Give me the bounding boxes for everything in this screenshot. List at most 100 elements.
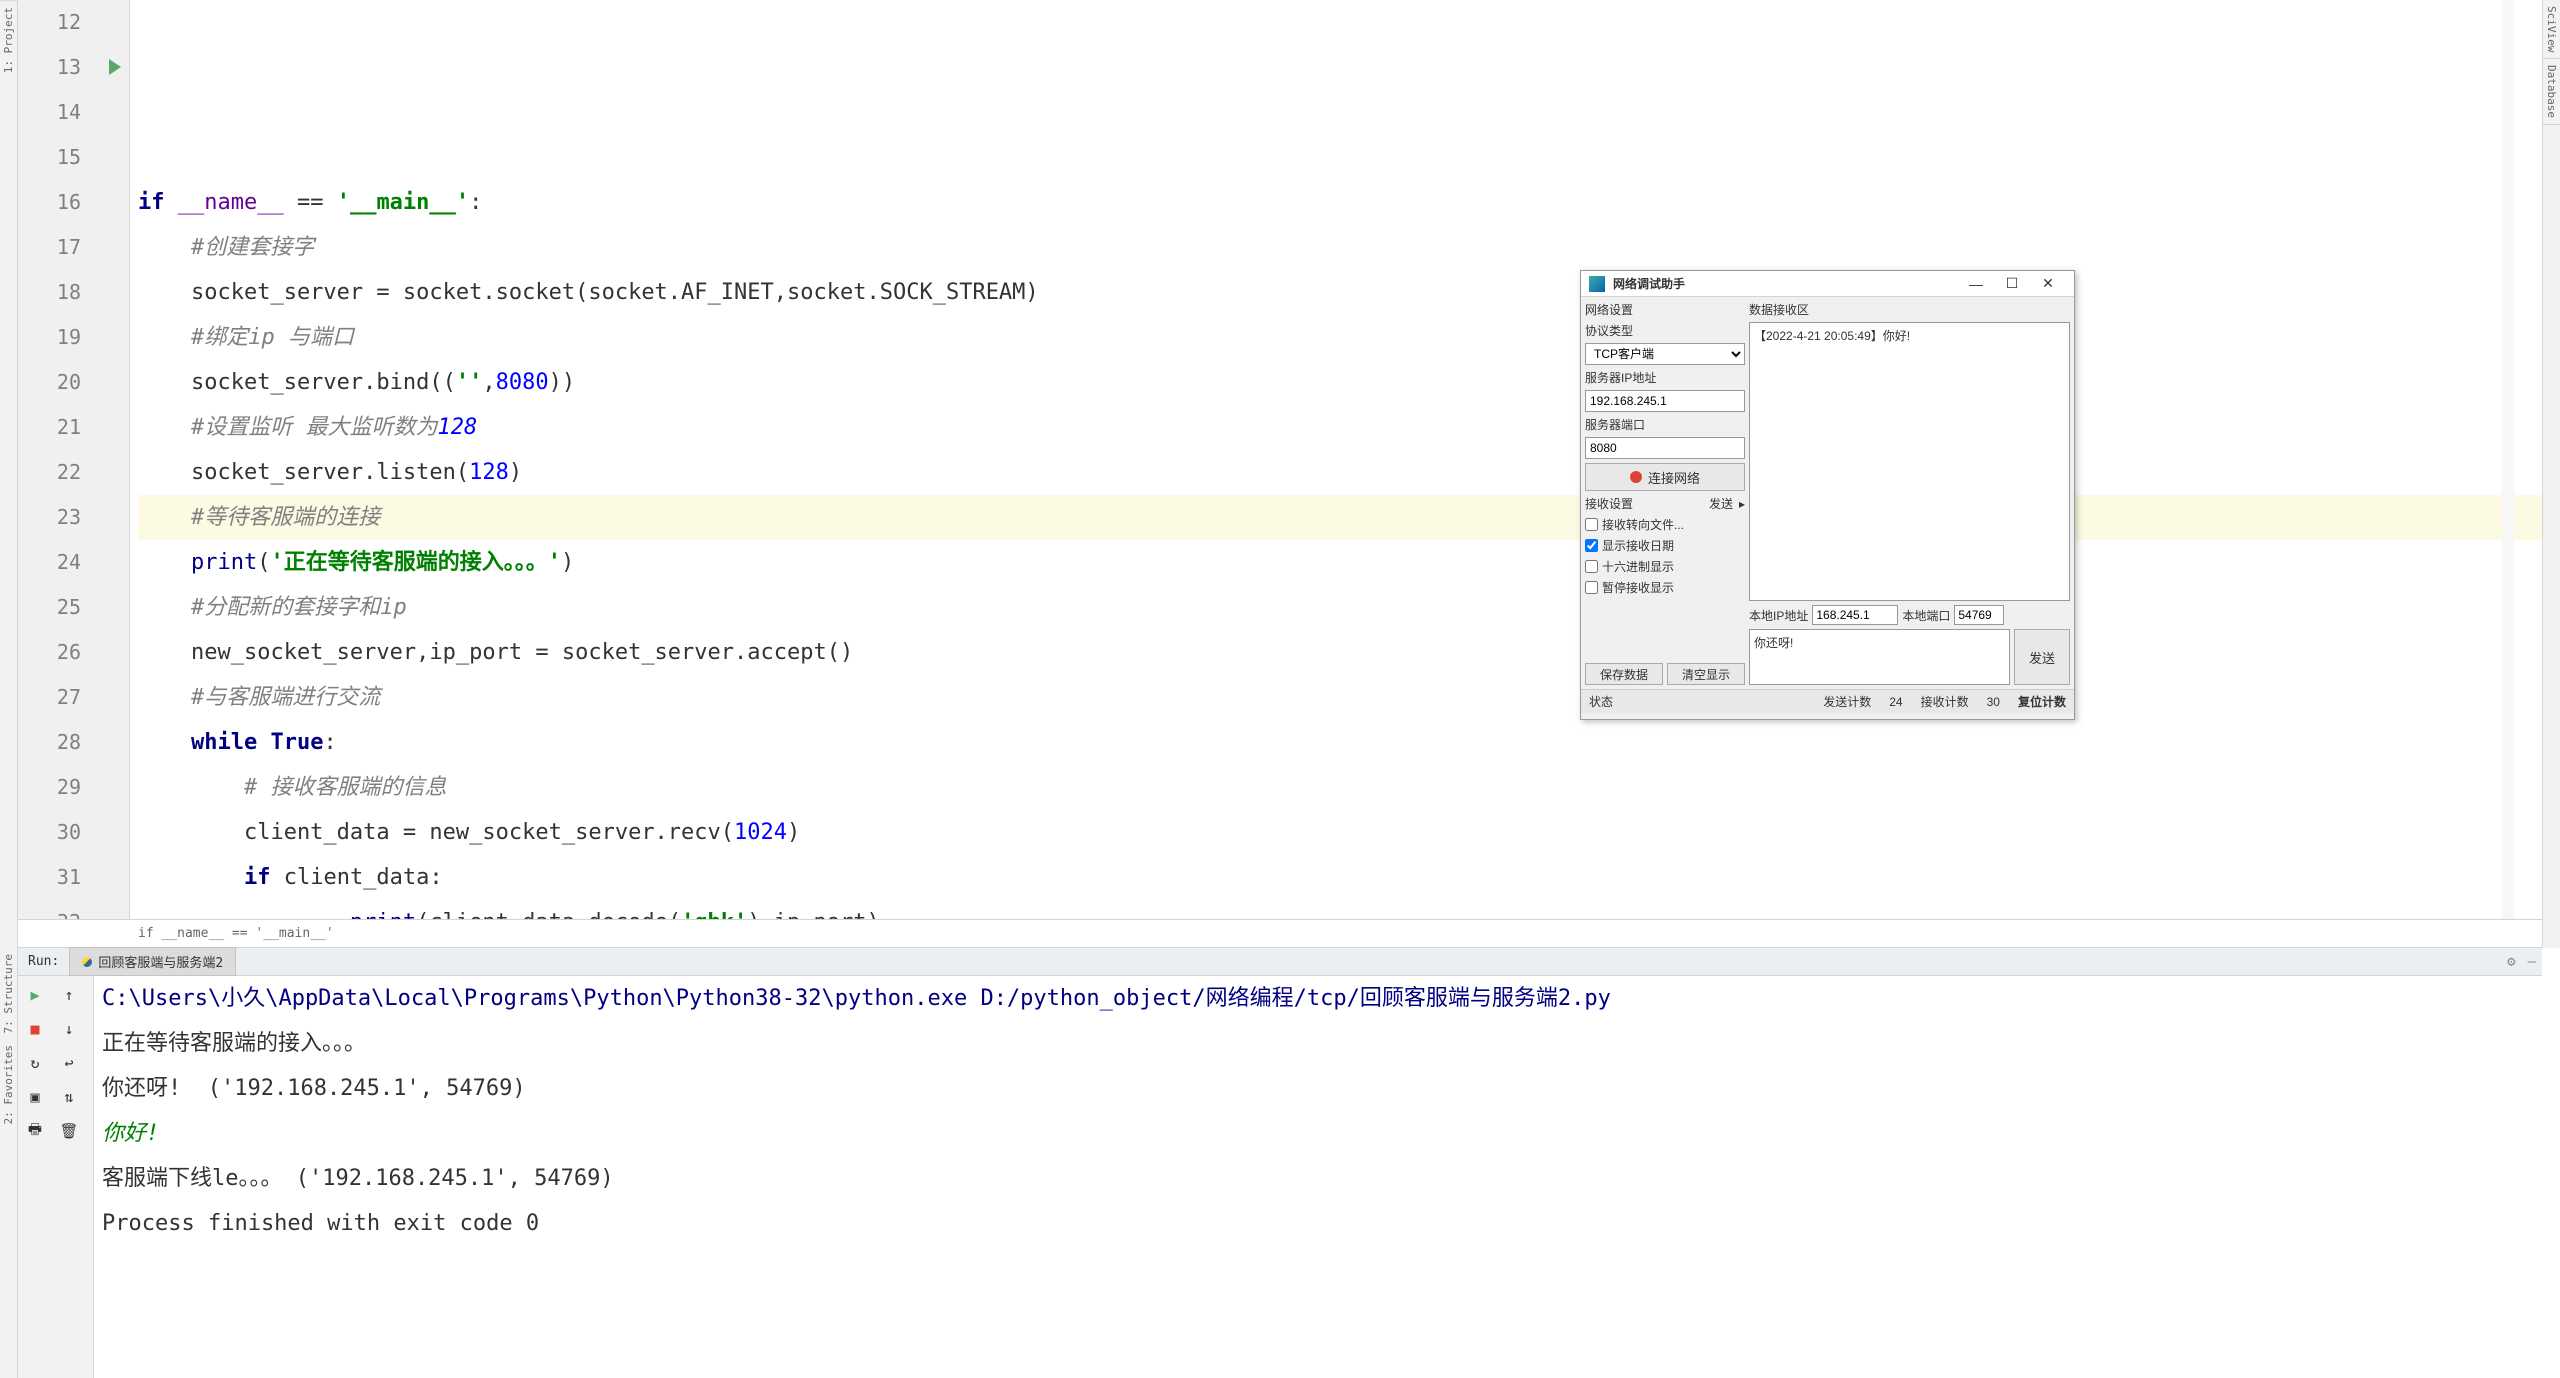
console-line: 正在等待客服端的接入。。。 <box>102 1021 2542 1066</box>
line-number: 20 <box>18 360 81 405</box>
editor-breadcrumb[interactable]: if __name__ == '__main__' <box>18 919 2542 947</box>
server-port-input[interactable] <box>1585 437 1745 459</box>
send-textarea[interactable]: 你还呀! <box>1749 629 2010 685</box>
show-recv-date-check[interactable]: 显示接收日期 <box>1585 537 1745 554</box>
code-line[interactable]: print('正在等待客服端的接入。。。') <box>138 540 2542 585</box>
local-port-input[interactable] <box>1954 605 2004 625</box>
recv-textarea[interactable]: 【2022-4-21 20:05:49】你好! <box>1749 322 2070 601</box>
line-number: 30 <box>18 810 81 855</box>
down-stack-button[interactable]: ↓ <box>52 1016 86 1042</box>
line-number: 16 <box>18 180 81 225</box>
protocol-select[interactable]: TCP客户端 <box>1585 343 1745 365</box>
minimize-icon[interactable]: — <box>2528 954 2536 970</box>
code-line[interactable]: #分配新的套接字和ip <box>138 585 2542 630</box>
code-line[interactable]: new_socket_server,ip_port = socket_serve… <box>138 630 2542 675</box>
code-line[interactable]: # 接收客服端的信息 <box>138 765 2542 810</box>
reload-button[interactable]: ↻ <box>18 1050 52 1076</box>
code-line[interactable]: print(client_data.decode('gbk'),ip_port) <box>138 900 2542 919</box>
code-line[interactable]: #等待客服端的连接 <box>138 495 2542 540</box>
line-number: 21 <box>18 405 81 450</box>
maximize-button[interactable]: ☐ <box>1994 275 2030 292</box>
scroll-end-button[interactable]: ⇅ <box>52 1084 86 1110</box>
line-number: 12 <box>18 0 81 45</box>
console-line: C:\Users\小久\AppData\Local\Programs\Pytho… <box>102 976 2542 1021</box>
sidebar-project-tab[interactable]: 1: Project <box>0 0 17 79</box>
line-number: 27 <box>18 675 81 720</box>
line-number: 19 <box>18 315 81 360</box>
code-line[interactable]: if __name__ == '__main__': <box>138 180 2542 225</box>
sidebar-favorites-tab[interactable]: 2: Favorites <box>0 1039 17 1130</box>
sidebar-database-tab[interactable]: Database <box>2543 59 2560 125</box>
editor-scrollbar[interactable] <box>2502 0 2514 919</box>
code-line[interactable]: #创建套接字 <box>138 225 2542 270</box>
line-number: 32 <box>18 900 81 919</box>
line-number: 23 <box>18 495 81 540</box>
hex-display-check[interactable]: 十六进制显示 <box>1585 558 1745 575</box>
connect-label: 连接网络 <box>1648 468 1700 487</box>
run-config-name: 回顾客服端与服务端2 <box>98 952 223 971</box>
stop-icon <box>1630 471 1642 483</box>
gear-icon[interactable]: ⚙ <box>2507 954 2515 970</box>
dialog-statusbar: 状态 发送计数 24 接收计数 30 复位计数 <box>1581 689 2074 713</box>
code-line[interactable] <box>138 135 2542 180</box>
line-number: 29 <box>18 765 81 810</box>
minimize-button[interactable]: — <box>1958 276 1994 292</box>
line-number: 14 <box>18 90 81 135</box>
code-line[interactable]: #绑定ip 与端口 <box>138 315 2542 360</box>
code-line[interactable]: #设置监听 最大监听数为128 <box>138 405 2542 450</box>
run-config-tab[interactable]: 回顾客服端与服务端2 <box>69 947 236 976</box>
run-label: Run: <box>18 954 69 969</box>
send-count-label: 发送计数 <box>1823 693 1871 710</box>
print-button[interactable]: 🖶 <box>18 1118 52 1144</box>
recv-to-file-check[interactable]: 接收转向文件... <box>1585 516 1745 533</box>
layout-button[interactable]: ▣ <box>18 1084 52 1110</box>
up-stack-button[interactable]: ↑ <box>52 982 86 1008</box>
run-toolbar: ▶ ↑ ■ ↓ ↻ ↩ ▣ ⇅ 🖶 🗑 <box>18 976 94 1378</box>
send-button[interactable]: 发送 <box>2014 629 2070 685</box>
recv-count-label: 接收计数 <box>1921 693 1969 710</box>
clear-display-button[interactable]: 清空显示 <box>1667 663 1745 685</box>
code-line[interactable]: socket_server = socket.socket(socket.AF_… <box>138 270 2542 315</box>
server-ip-input[interactable] <box>1585 390 1745 412</box>
app-icon <box>1589 276 1605 292</box>
recv-settings-label: 接收设置 <box>1585 495 1633 512</box>
sidebar-sciview-tab[interactable]: SciView <box>2543 0 2560 59</box>
line-number: 22 <box>18 450 81 495</box>
editor-gutter: 1213141516171819202122232425262728293031… <box>18 0 130 919</box>
code-line[interactable]: socket_server.bind(('',8080)) <box>138 360 2542 405</box>
local-ip-input[interactable] <box>1812 605 1898 625</box>
run-tool-window: Run: 回顾客服端与服务端2 ⚙ — ▶ ↑ ■ ↓ ↻ ↩ ▣ ⇅ <box>18 948 2542 1378</box>
stop-button[interactable]: ■ <box>18 1016 52 1042</box>
ide-left-rail: 1: Project <box>0 0 18 948</box>
dialog-titlebar[interactable]: 网络调试助手 — ☐ ✕ <box>1581 271 2074 297</box>
send-settings-label: 发送 <box>1709 495 1733 512</box>
line-number: 25 <box>18 585 81 630</box>
reset-count-button[interactable]: 复位计数 <box>2018 693 2066 710</box>
editor-code[interactable]: if __name__ == '__main__': #创建套接字 socket… <box>130 0 2542 919</box>
send-count-value: 24 <box>1889 695 1902 709</box>
save-data-button[interactable]: 保存数据 <box>1585 663 1663 685</box>
sidebar-structure-tab[interactable]: 7: Structure <box>0 948 17 1039</box>
run-gutter-icon[interactable] <box>109 59 121 75</box>
pause-recv-check[interactable]: 暂停接收显示 <box>1585 579 1745 596</box>
soft-wrap-button[interactable]: ↩ <box>52 1050 86 1076</box>
dialog-right-panel: 数据接收区 【2022-4-21 20:05:49】你好! 本地IP地址 本地端… <box>1749 301 2070 685</box>
rerun-button[interactable]: ▶ <box>18 982 52 1008</box>
code-line[interactable]: socket_server.listen(128) <box>138 450 2542 495</box>
run-tab-bar: Run: 回顾客服端与服务端2 ⚙ — <box>18 948 2542 976</box>
line-number: 31 <box>18 855 81 900</box>
console-line: 你还呀! ('192.168.245.1', 54769) <box>102 1066 2542 1111</box>
close-button[interactable]: ✕ <box>2030 275 2066 292</box>
code-line[interactable]: if client_data: <box>138 855 2542 900</box>
console-line: Process finished with exit code 0 <box>102 1201 2542 1246</box>
tab-arrow-icon[interactable]: ▸ <box>1739 497 1745 511</box>
console-line: 你好! <box>102 1111 2542 1156</box>
code-line[interactable]: #与客服端进行交流 <box>138 675 2542 720</box>
code-line[interactable]: while True: <box>138 720 2542 765</box>
code-editor: 1213141516171819202122232425262728293031… <box>18 0 2542 948</box>
dialog-title: 网络调试助手 <box>1613 275 1958 292</box>
run-console[interactable]: C:\Users\小久\AppData\Local\Programs\Pytho… <box>94 976 2542 1378</box>
code-line[interactable]: client_data = new_socket_server.recv(102… <box>138 810 2542 855</box>
trash-button[interactable]: 🗑 <box>52 1118 86 1144</box>
connect-network-button[interactable]: 连接网络 <box>1585 463 1745 491</box>
